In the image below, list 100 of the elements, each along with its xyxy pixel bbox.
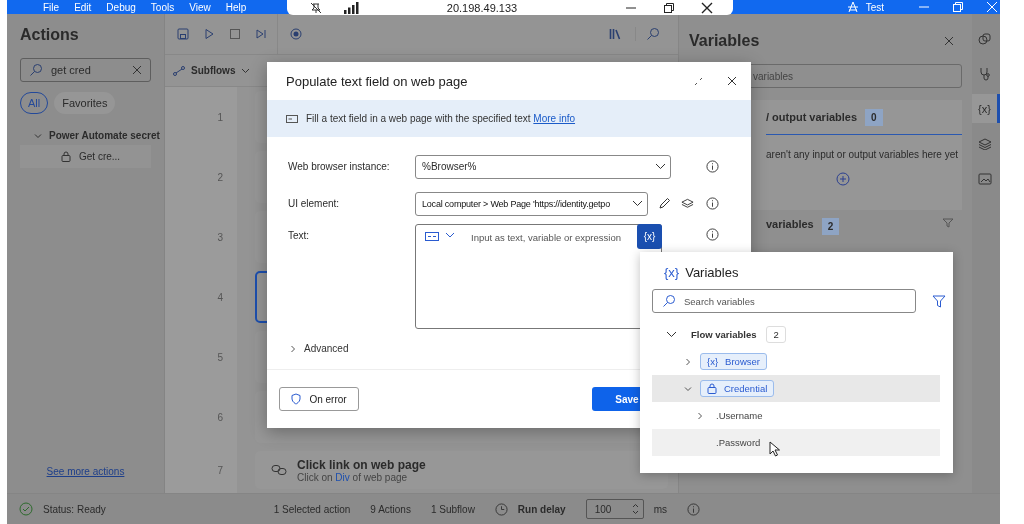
dialog-title: Populate text field on web page — [286, 73, 468, 89]
subflows-dropdown[interactable]: Subflows — [165, 65, 259, 77]
dialog-description: Fill a text field in a web page with the specified text More info — [306, 113, 576, 124]
subflow-count: 1 Subflow — [430, 503, 475, 515]
lock-icon — [707, 383, 717, 394]
image-icon — [977, 172, 992, 185]
line-number: 1 — [165, 87, 237, 147]
line-number: 5 — [165, 327, 237, 387]
chevron-icon — [290, 344, 296, 353]
expand-icon[interactable] — [694, 76, 703, 86]
variable-row[interactable]: {x} Browser — [652, 348, 940, 375]
actions-count: 9 Actions — [370, 503, 411, 515]
line-number: 2 — [165, 147, 237, 207]
search-icon — [662, 294, 676, 308]
link-icon — [271, 464, 287, 476]
step-icon[interactable] — [255, 28, 267, 41]
restore-icon[interactable] — [663, 1, 675, 14]
status-text: Status: Ready — [43, 503, 106, 515]
cursor-icon — [769, 441, 781, 457]
variable-chip[interactable]: Credential — [700, 380, 775, 397]
group-label[interactable]: Flow variables — [691, 329, 757, 340]
stop-icon[interactable] — [229, 28, 241, 41]
pin-icon[interactable] — [309, 1, 323, 14]
popup-title: Variables — [685, 264, 739, 280]
check-circle-icon — [19, 502, 33, 516]
subflow-icon — [173, 65, 185, 76]
library-icon[interactable] — [609, 28, 621, 41]
chevron-icon — [655, 163, 666, 170]
tree-group[interactable]: Power Automate secret — [49, 130, 160, 141]
property-row[interactable]: .Password — [652, 429, 940, 456]
info-icon[interactable] — [706, 197, 719, 210]
more-info-link[interactable]: More info — [533, 113, 576, 124]
empty-message: aren't any input or output variables here yet — [766, 149, 960, 160]
menu-item[interactable]: Tools — [150, 1, 175, 13]
layers-icon[interactable] — [681, 197, 694, 210]
info-icon[interactable] — [706, 228, 719, 241]
line-number: 6 — [165, 387, 237, 447]
close-icon[interactable] — [701, 1, 713, 14]
chevron-icon[interactable] — [445, 232, 455, 239]
action-description: Click on Div of web page — [297, 471, 408, 483]
menu-item[interactable]: Debug — [106, 1, 136, 13]
field-label: UI element: — [288, 198, 341, 209]
run-delay-field[interactable]: 100 — [585, 499, 644, 519]
user-name: Test — [865, 1, 884, 13]
clear-icon[interactable] — [132, 65, 142, 75]
line-number: 4 — [165, 267, 237, 327]
save-icon[interactable] — [177, 28, 189, 41]
menu-item[interactable]: Edit — [74, 1, 92, 13]
search-icon[interactable] — [635, 27, 660, 42]
text-field-icon — [286, 114, 298, 123]
layers-icon — [977, 137, 992, 150]
action-title: Click link on web page — [297, 457, 426, 472]
pencil-icon[interactable] — [658, 197, 671, 210]
chevron-icon — [632, 200, 643, 207]
count-badge: 0 — [865, 108, 883, 126]
line-number: 7 — [165, 447, 237, 493]
filter-icon[interactable] — [932, 294, 946, 308]
text-mode-icon[interactable] — [425, 232, 439, 241]
field-label: Text: — [288, 229, 311, 241]
action-item[interactable]: Get cre... — [20, 145, 151, 168]
stethoscope-icon — [978, 66, 991, 81]
variable-chip[interactable]: {x} Browser — [700, 353, 767, 370]
search-field[interactable]: get cred — [20, 58, 151, 82]
record-icon[interactable] — [290, 28, 302, 41]
section-title[interactable]: variables — [766, 218, 814, 230]
spin-arrows-icon[interactable] — [631, 503, 639, 515]
variables-symbol: {x} — [664, 264, 680, 280]
search-field[interactable]: Search variables — [652, 289, 916, 313]
shield-icon — [291, 393, 302, 405]
lock-icon — [61, 151, 71, 162]
menu-item[interactable]: View — [189, 1, 211, 13]
info-icon[interactable] — [687, 502, 700, 516]
see-more-link[interactable]: See more actions — [20, 466, 151, 477]
dropdown-field[interactable]: Local computer > Web Page 'https://identity.getpo — [415, 191, 648, 216]
panel-title: Actions — [20, 26, 80, 44]
section-title[interactable]: / output variables — [766, 111, 858, 123]
dropdown-field[interactable]: %Browser% — [415, 154, 671, 179]
filter-tab[interactable]: All — [20, 92, 49, 114]
chevron-icon — [241, 67, 251, 74]
insert-variable-button[interactable]: {x} — [637, 224, 662, 249]
count-badge: 2 — [821, 218, 840, 235]
run-delay-label: Run delay — [517, 503, 566, 515]
chevron-icon[interactable] — [666, 331, 677, 338]
menu-item[interactable]: Help — [225, 1, 247, 13]
menu-item[interactable]: File — [43, 1, 60, 13]
unit-label: ms — [653, 503, 667, 515]
line-number: 3 — [165, 207, 237, 267]
add-icon[interactable] — [836, 172, 850, 186]
variable-row[interactable]: Credential — [652, 375, 940, 402]
close-icon[interactable] — [727, 76, 737, 86]
info-icon[interactable] — [706, 160, 719, 173]
count-badge: 2 — [766, 326, 786, 343]
rail-button[interactable]: {x} — [972, 94, 1000, 123]
ip-address: 20.198.49.133 — [445, 1, 519, 14]
field-label: Web browser instance: — [288, 161, 391, 172]
play-icon[interactable] — [203, 28, 215, 41]
filter-tab[interactable]: Favorites — [54, 92, 116, 114]
on-error-button[interactable]: On error — [279, 387, 359, 411]
signal-icon — [343, 1, 359, 14]
search-icon — [29, 63, 43, 77]
